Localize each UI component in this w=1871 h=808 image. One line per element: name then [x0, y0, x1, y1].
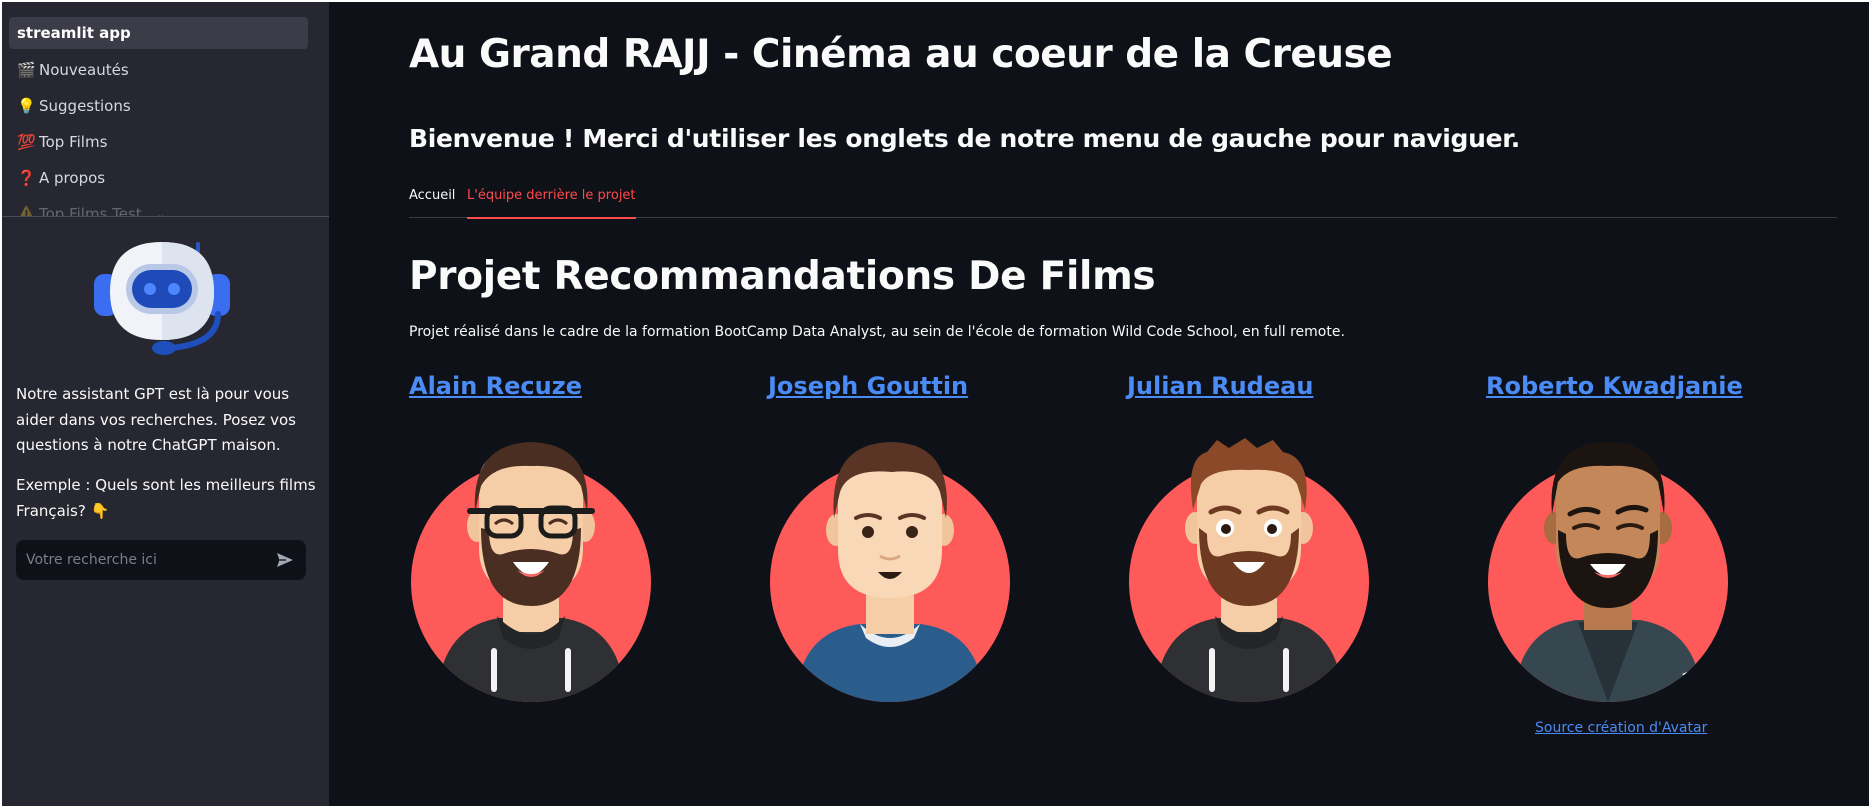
tab-bar: Accueil L'équipe derrière le projet — [409, 184, 1837, 219]
sidebar-item-a-propos[interactable]: ❓ A propos — [9, 162, 308, 194]
clapper-board-icon: 🎬 — [17, 61, 36, 79]
robot-assistant-icon — [94, 242, 230, 355]
project-title: Projet Recommandations De Films — [409, 254, 1156, 299]
project-description: Projet réalisé dans le cadre de la forma… — [409, 324, 1345, 340]
main-content: Au Grand RAJJ - Cinéma au coeur de la Cr… — [329, 2, 1869, 806]
warning-icon: ⚠️ — [17, 205, 36, 217]
sidebar-item-top-films[interactable]: 💯 Top Films — [9, 126, 308, 158]
avatar-image — [1129, 438, 1369, 702]
sidebar-item-label: Nouveautés — [39, 61, 129, 79]
member-name-link[interactable]: Alain Recuze — [409, 372, 582, 400]
tab-accueil[interactable]: Accueil — [409, 188, 455, 218]
assistant-description: Notre assistant GPT est là pour vous aid… — [16, 385, 296, 454]
avatar-image — [1488, 442, 1728, 702]
member-name-link[interactable]: Joseph Gouttin — [768, 372, 968, 400]
hundred-points-icon: 💯 — [17, 133, 36, 151]
sidebar-item-top-films-test[interactable]: ⚠️ Top Films Test ⌄ — [9, 198, 308, 217]
assistant-example: Exemple : Quels sont les meilleurs films… — [16, 476, 316, 520]
avatar-image — [770, 442, 1010, 702]
page-title: Au Grand RAJJ - Cinéma au coeur de la Cr… — [409, 32, 1393, 77]
send-icon[interactable] — [274, 549, 296, 571]
sidebar-item-label: streamlit app — [17, 24, 131, 42]
sidebar-item-streamlit-app[interactable]: streamlit app — [9, 17, 308, 49]
sidebar-item-label: A propos — [39, 169, 106, 187]
sidebar-item-nouveautes[interactable]: 🎬 Nouveautés — [9, 54, 308, 86]
light-bulb-icon: 💡 — [17, 97, 36, 115]
avatar-source-link[interactable]: Source création d'Avatar — [1535, 720, 1707, 736]
chat-input[interactable] — [26, 552, 274, 568]
member-name-link[interactable]: Julian Rudeau — [1127, 372, 1313, 400]
sidebar: streamlit app 🎬 Nouveautés 💡 Suggestions… — [2, 2, 329, 806]
sidebar-item-suggestions[interactable]: 💡 Suggestions — [9, 90, 308, 122]
avatar-image — [411, 442, 651, 702]
member-name-link[interactable]: Roberto Kwadjanie — [1486, 372, 1743, 400]
sidebar-item-label: Top Films — [39, 133, 108, 151]
app-window: streamlit app 🎬 Nouveautés 💡 Suggestions… — [2, 2, 1869, 806]
sidebar-nav[interactable]: streamlit app 🎬 Nouveautés 💡 Suggestions… — [2, 2, 329, 217]
tab-equipe[interactable]: L'équipe derrière le projet — [467, 188, 636, 219]
chevron-down-icon[interactable]: ⌄ — [156, 207, 166, 216]
sidebar-item-label: Suggestions — [39, 97, 131, 115]
sidebar-item-label: Top Films Test — [39, 205, 142, 217]
welcome-subtitle: Bienvenue ! Merci d'utiliser les onglets… — [409, 124, 1520, 153]
question-mark-icon: ❓ — [17, 169, 36, 187]
chat-input-container — [16, 540, 306, 580]
